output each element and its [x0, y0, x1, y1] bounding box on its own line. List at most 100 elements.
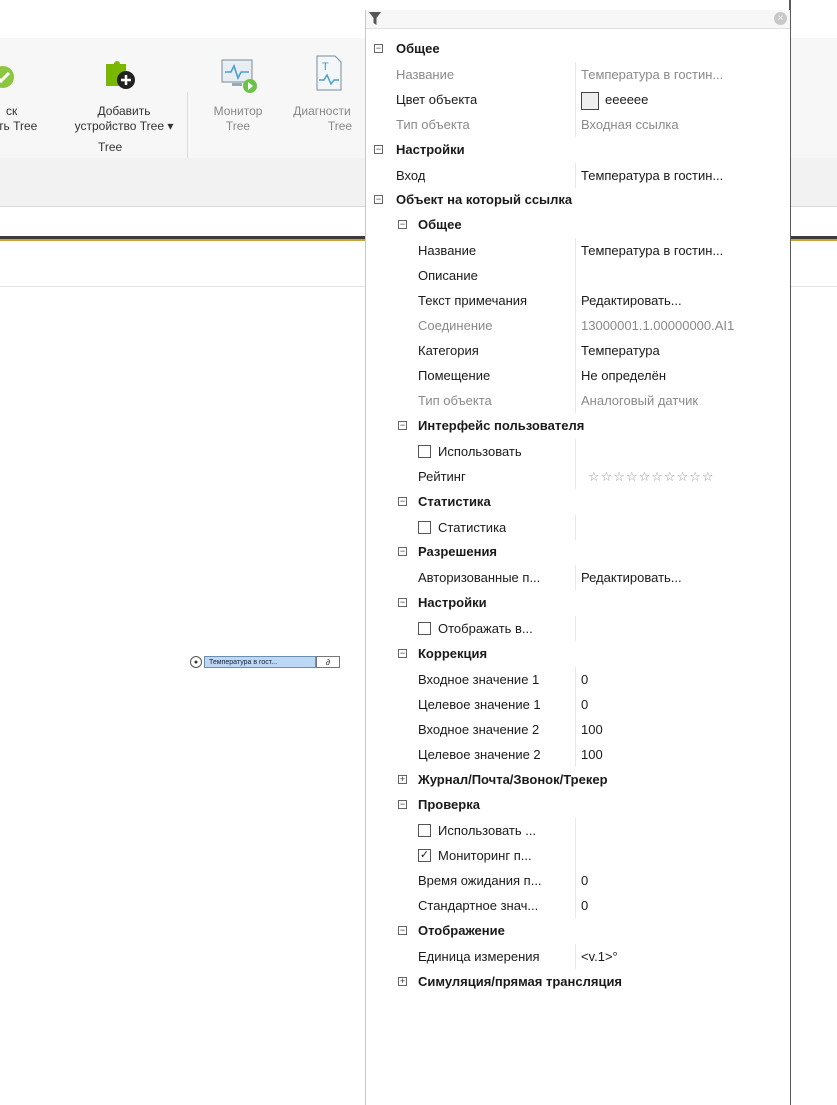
add-device-label-1: Добавить: [97, 104, 151, 118]
use-checkbox[interactable]: [418, 445, 431, 458]
category-ref-settings[interactable]: − Настройки: [366, 591, 790, 616]
collapse-icon[interactable]: −: [398, 547, 407, 556]
prop-row-unit[interactable]: Единица измерения <v.1>°: [366, 944, 790, 969]
prop-row-check-use[interactable]: Использовать ...: [366, 818, 790, 843]
prop-value[interactable]: Температура в гостин...: [581, 238, 767, 263]
collapse-icon[interactable]: −: [374, 44, 383, 53]
collapse-icon[interactable]: −: [398, 421, 407, 430]
collapse-icon[interactable]: −: [398, 926, 407, 935]
prop-row-desc[interactable]: Описание: [366, 263, 790, 288]
prop-row-input[interactable]: Вход Температура в гостин...: [366, 163, 790, 188]
add-device-tree-button[interactable]: Добавить устройство Tree ▾: [62, 104, 186, 134]
category-stats[interactable]: − Статистика: [366, 490, 790, 515]
collapse-icon[interactable]: −: [398, 800, 407, 809]
monitor-label-1: Монитор: [213, 104, 263, 118]
prop-value[interactable]: [581, 263, 767, 288]
green-check-icon[interactable]: [0, 64, 16, 93]
prop-row-name[interactable]: Название Температура в гостин...: [366, 62, 790, 87]
monitor-checkbox-checked[interactable]: ✓: [418, 849, 431, 862]
diagnostics-tree-button[interactable]: Диагности Tree: [282, 104, 362, 134]
panel-filter-bar[interactable]: ×: [366, 10, 790, 29]
column-divider: [575, 163, 576, 188]
prop-value-edit-link[interactable]: Редактировать...: [581, 288, 767, 313]
filter-icon[interactable]: [369, 12, 381, 29]
prop-value[interactable]: <v.1>°: [581, 944, 767, 969]
collapse-icon[interactable]: −: [398, 497, 407, 506]
color-swatch[interactable]: [581, 91, 599, 110]
category-label: Общее: [396, 41, 440, 56]
category-simulation[interactable]: + Симуляция/прямая трансляция: [366, 970, 790, 995]
search-tree-button[interactable]: ск ть Tree: [0, 104, 42, 134]
prop-row-tg2[interactable]: Целевое значение 2 100: [366, 742, 790, 767]
category-ui[interactable]: − Интерфейс пользователя: [366, 414, 790, 439]
prop-label: Авторизованные п...: [418, 570, 541, 585]
prop-row-wait[interactable]: Время ожидания п... 0: [366, 868, 790, 893]
prop-value-color[interactable]: eeeeee: [581, 87, 767, 112]
collapse-icon[interactable]: −: [398, 220, 407, 229]
prop-row-auth[interactable]: Авторизованные п... Редактировать...: [366, 565, 790, 590]
category-label: Симуляция/прямая трансляция: [418, 974, 623, 989]
column-divider: [575, 439, 576, 464]
expand-icon[interactable]: +: [398, 977, 407, 986]
category-journal[interactable]: + Журнал/Почта/Звонок/Трекер: [366, 768, 790, 793]
prop-row-show[interactable]: Отображать в...: [366, 616, 790, 641]
color-value-text: eeeeee: [605, 92, 649, 107]
prop-value-edit-link[interactable]: Редактировать...: [581, 565, 767, 590]
category-perms[interactable]: − Разрешения: [366, 540, 790, 565]
prop-row-room[interactable]: Помещение Не определён: [366, 363, 790, 388]
prop-row-note[interactable]: Текст примечания Редактировать...: [366, 288, 790, 313]
prop-label: Название: [396, 67, 455, 82]
diagnostics-icon[interactable]: T: [313, 54, 345, 95]
node-value[interactable]: ∂: [316, 656, 340, 668]
expand-icon[interactable]: +: [398, 775, 407, 784]
prop-value[interactable]: 100: [581, 717, 767, 742]
clear-filter-icon[interactable]: ×: [774, 12, 787, 25]
prop-row-color[interactable]: Цвет объекта eeeeee: [366, 87, 790, 112]
category-ref-general[interactable]: − Общее: [366, 213, 790, 238]
monitor-icon[interactable]: [218, 56, 258, 97]
prop-value[interactable]: 100: [581, 742, 767, 767]
stats-checkbox[interactable]: [418, 521, 431, 534]
diagnostics-label-1: Диагности: [293, 104, 351, 118]
category-correction[interactable]: − Коррекция: [366, 642, 790, 667]
category-check[interactable]: − Проверка: [366, 793, 790, 818]
prop-value[interactable]: 0: [581, 667, 767, 692]
prop-row-in2[interactable]: Входное значение 2 100: [366, 717, 790, 742]
show-checkbox[interactable]: [418, 622, 431, 635]
node-label[interactable]: Температура в гост...: [204, 656, 316, 668]
column-divider: [575, 62, 576, 87]
collapse-icon[interactable]: −: [398, 649, 407, 658]
prop-row-rating[interactable]: Рейтинг ☆☆☆☆☆☆☆☆☆☆: [366, 464, 790, 489]
check-use-checkbox[interactable]: [418, 824, 431, 837]
category-general[interactable]: − Общее: [366, 37, 790, 62]
prop-row-stats[interactable]: Статистика: [366, 515, 790, 540]
prop-row-use[interactable]: Использовать: [366, 439, 790, 464]
column-divider: [575, 843, 576, 868]
prop-row-check-monitor[interactable]: ✓ Мониторинг п...: [366, 843, 790, 868]
collapse-icon[interactable]: −: [374, 145, 383, 154]
prop-row-category[interactable]: Категория Температура: [366, 338, 790, 363]
monitor-tree-button[interactable]: Монитор Tree: [198, 104, 278, 134]
category-settings[interactable]: − Настройки: [366, 138, 790, 163]
node-port-icon[interactable]: ●: [190, 656, 202, 668]
prop-value[interactable]: 0: [581, 893, 767, 918]
prop-row-ref-name[interactable]: Название Температура в гостин...: [366, 238, 790, 263]
collapse-icon[interactable]: −: [398, 598, 407, 607]
prop-label: Целевое значение 1: [418, 697, 541, 712]
category-ref-object[interactable]: − Объект на который ссылка: [366, 188, 790, 213]
add-device-puzzle-icon[interactable]: [102, 56, 138, 95]
category-display[interactable]: − Отображение: [366, 919, 790, 944]
prop-value[interactable]: Температура: [581, 338, 767, 363]
prop-value[interactable]: Температура в гостин...: [581, 163, 767, 188]
prop-label: Текст примечания: [418, 293, 528, 308]
prop-row-in1[interactable]: Входное значение 1 0: [366, 667, 790, 692]
column-divider: [575, 742, 576, 767]
prop-row-tg1[interactable]: Целевое значение 1 0: [366, 692, 790, 717]
rating-stars[interactable]: ☆☆☆☆☆☆☆☆☆☆: [588, 464, 774, 489]
prop-value[interactable]: 0: [581, 868, 767, 893]
collapse-icon[interactable]: −: [374, 195, 383, 204]
prop-row-std[interactable]: Стандартное знач... 0: [366, 893, 790, 918]
prop-value[interactable]: 0: [581, 692, 767, 717]
prop-value[interactable]: Не определён: [581, 363, 767, 388]
canvas-node[interactable]: ● Температура в гост... ∂: [190, 655, 340, 669]
